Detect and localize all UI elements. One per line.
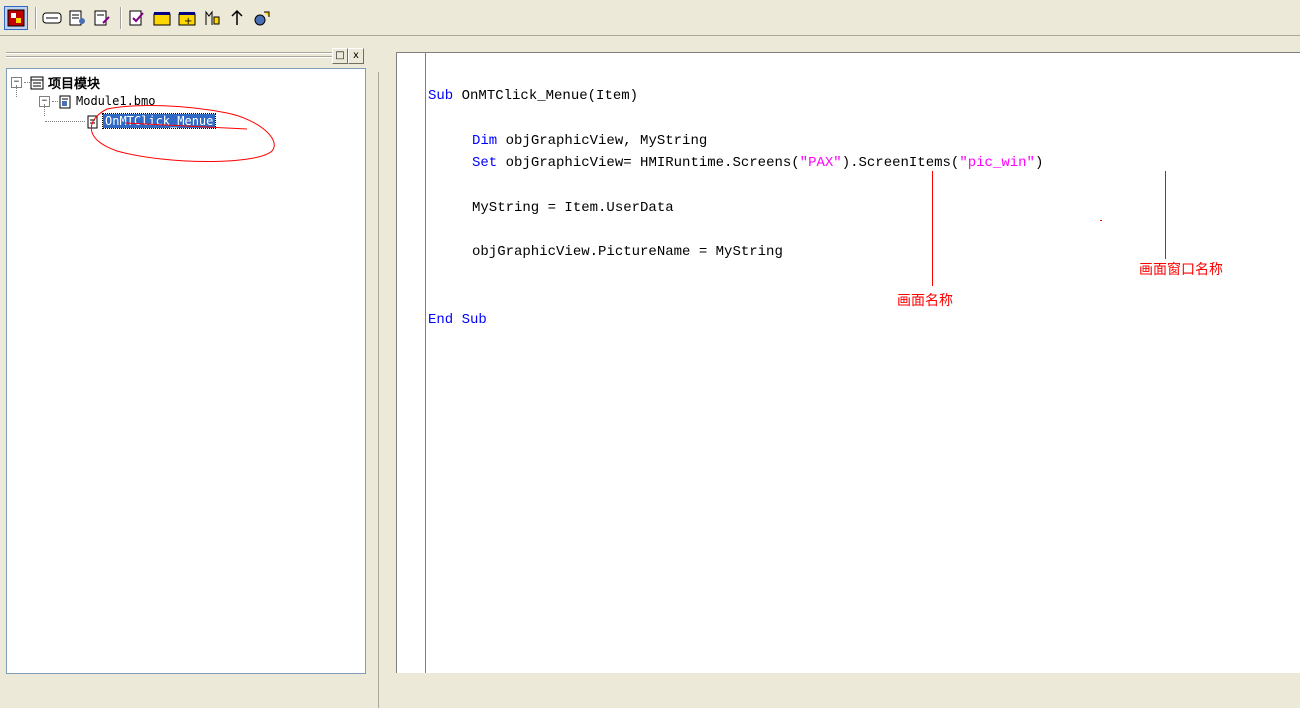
- code-editor[interactable]: Sub OnMTClick_Menue(Item) Dim objGraphic…: [396, 52, 1300, 673]
- project-panel: □ x − 项目模块 − Module1.bmo OnMTClick_Menue: [0, 36, 379, 708]
- goto-icon[interactable]: [226, 7, 248, 29]
- annotation-dot: [1100, 220, 1102, 221]
- keyword: Set: [472, 155, 498, 171]
- editor-margin: [397, 53, 426, 673]
- code-text: OnMTClick_Menue(Item): [453, 88, 639, 104]
- module-icon[interactable]: [41, 7, 63, 29]
- add-procedure-icon[interactable]: +: [176, 7, 198, 29]
- project-icon: [30, 75, 44, 90]
- code-line-end[interactable]: End Sub: [428, 311, 487, 329]
- project-icon[interactable]: [4, 6, 28, 30]
- tree-connector: [16, 85, 17, 97]
- edit-procedure-icon[interactable]: [91, 7, 113, 29]
- close-button[interactable]: x: [348, 48, 364, 64]
- toolbar-separator: [120, 7, 122, 29]
- restore-button[interactable]: □: [332, 48, 348, 64]
- code-text: objGraphicView, MyString: [497, 133, 708, 149]
- module-file-icon: [58, 94, 72, 109]
- code-text: ).ScreenItems(: [841, 155, 960, 171]
- tree-item-root[interactable]: − 项目模块: [11, 73, 101, 92]
- annotation-line: [932, 171, 933, 286]
- code-text: MyString = Item.UserData: [472, 200, 674, 216]
- toolbar: +: [0, 0, 1300, 36]
- toolbar-buttons: +: [4, 4, 334, 32]
- project-tree: − 项目模块 − Module1.bmo OnMTClick_Menue: [6, 68, 366, 674]
- annotation-circle: [90, 105, 275, 162]
- code-line-sub[interactable]: Sub OnMTClick_Menue(Item): [428, 87, 638, 105]
- code-line-picturename[interactable]: objGraphicView.PictureName = MyString: [472, 243, 783, 261]
- annotation-window-name: 画面窗口名称: [1139, 262, 1223, 278]
- code-text: objGraphicView.PictureName = MyString: [472, 244, 783, 260]
- annotation-screen-name: 画面名称: [897, 293, 953, 309]
- new-module-icon[interactable]: [151, 7, 173, 29]
- pane-splitter[interactable]: [368, 72, 379, 708]
- toolbar-separator: [35, 7, 37, 29]
- code-text: ): [1034, 155, 1044, 171]
- code-line-dim[interactable]: Dim objGraphicView, MyString: [472, 132, 707, 150]
- string-literal: "PAX": [799, 155, 842, 171]
- keyword: Sub: [428, 88, 454, 104]
- tree-item-label: 项目模块: [48, 76, 101, 92]
- check-syntax-icon[interactable]: [126, 7, 148, 29]
- code-line-mystring[interactable]: MyString = Item.UserData: [472, 199, 674, 217]
- grip-line[interactable]: [6, 56, 332, 58]
- code-line-set[interactable]: Set objGraphicView= HMIRuntime.Screens("…: [472, 154, 1043, 172]
- reference-icon[interactable]: [251, 7, 273, 29]
- svg-text:+: +: [184, 16, 192, 27]
- procedure-icon[interactable]: [66, 7, 88, 29]
- bookmark-icon[interactable]: [201, 7, 223, 29]
- string-literal: "pic_win": [959, 155, 1035, 171]
- grip-line[interactable]: [6, 52, 332, 54]
- annotation-line: [1165, 171, 1166, 259]
- keyword: End Sub: [428, 312, 487, 328]
- keyword: Dim: [472, 133, 498, 149]
- code-text: objGraphicView= HMIRuntime.Screens(: [497, 155, 800, 171]
- panel-header: □ x: [6, 46, 364, 66]
